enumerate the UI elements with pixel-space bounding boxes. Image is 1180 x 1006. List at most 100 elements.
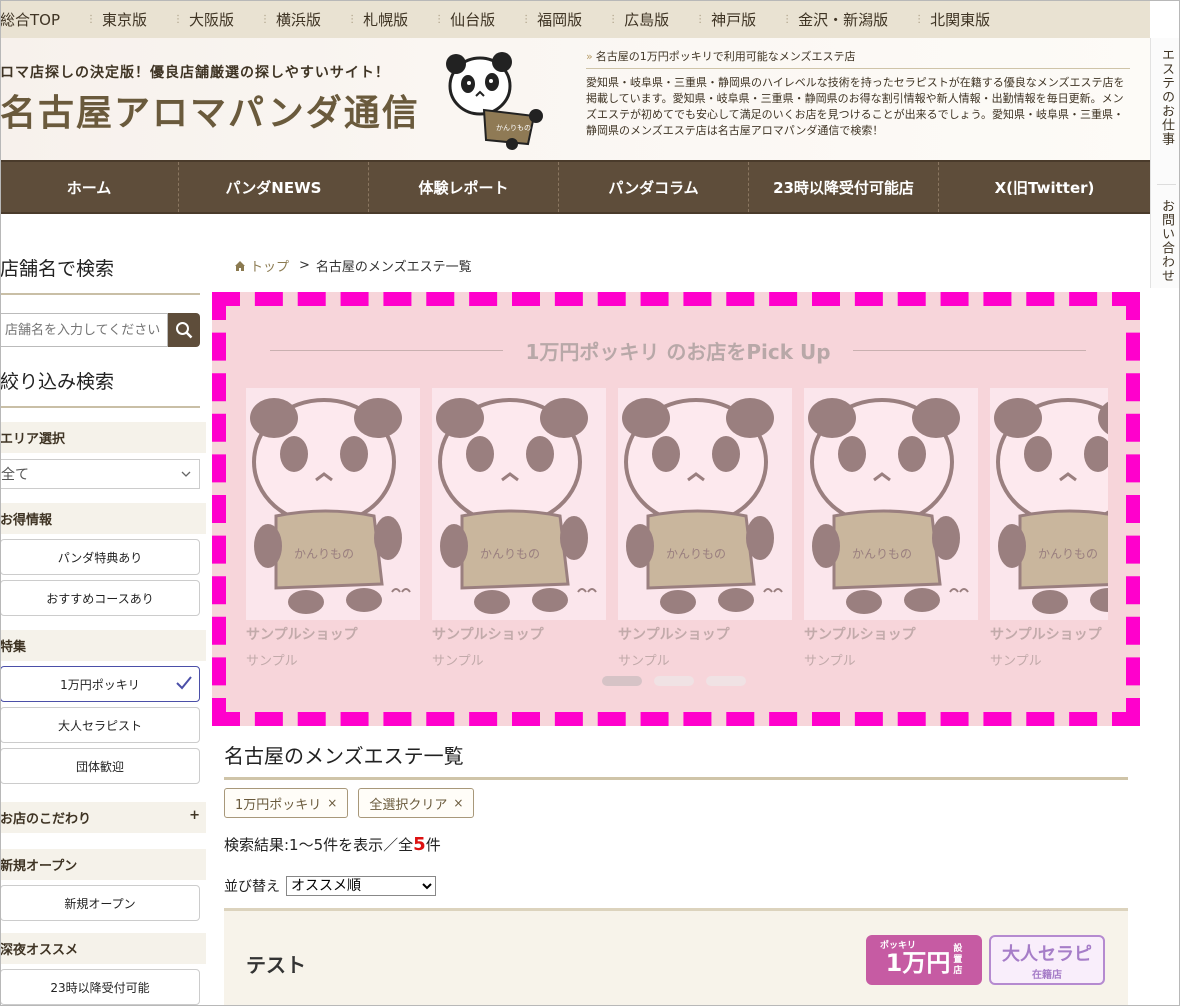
panda-logo[interactable]: かんりもの — [440, 50, 550, 150]
pickup-card-sub: サンプル — [432, 654, 484, 669]
separator-icon: ⋮ — [260, 13, 271, 25]
region-link[interactable]: ⋮ 広島版 — [582, 0, 669, 38]
region-link[interactable]: ⋮ 大阪版 — [147, 0, 234, 38]
side-tab-job[interactable]: エステのお仕事 — [1157, 38, 1176, 156]
filter-10000yen-label: 1万円ポッキリ — [60, 677, 140, 692]
search-button[interactable] — [168, 313, 200, 347]
pickup-card-name[interactable]: サンプルショップ — [618, 624, 792, 644]
breadcrumb-separator: > — [299, 258, 310, 273]
close-icon: × — [327, 796, 338, 810]
side-tabs: エステのお仕事 お問い合わせ — [1150, 38, 1180, 288]
filter-recommended-course[interactable]: おすすめコースあり — [0, 580, 200, 616]
chip-10000yen[interactable]: 1万円ポッキリ × — [224, 788, 349, 818]
pickup-card[interactable]: かんりもの サンプルショップ サンプル — [804, 388, 978, 669]
check-icon — [176, 676, 192, 690]
separator-icon: ⋮ — [347, 13, 358, 25]
late-night-label: 深夜オススメ — [0, 933, 206, 964]
pickup-card-sub: サンプル — [804, 654, 856, 669]
region-link[interactable]: ⋮ 横浜版 — [234, 0, 321, 38]
pickup-card[interactable]: かんりもの サンプルショップ サンプル — [246, 388, 420, 669]
logo-label: かんりもの — [496, 124, 531, 132]
headline-mark-icon: » — [586, 50, 593, 63]
active-filter-chips: 1万円ポッキリ × 全選択クリア × — [224, 788, 475, 818]
filter-10000yen[interactable]: 1万円ポッキリ — [0, 666, 200, 702]
filter-new-open[interactable]: 新規オープン — [0, 885, 200, 921]
sort-control: 並び替え オススメ順 — [224, 876, 436, 896]
pickup-carousel: 1万円ポッキリ のお店をPick Up かんりもの サンプルショップ サンプル … — [212, 292, 1140, 726]
pickup-card-image[interactable]: かんりもの — [246, 388, 420, 620]
svg-text:かんりもの: かんりもの — [480, 547, 540, 561]
pickup-card-sub: サンプル — [618, 654, 670, 669]
separator-icon: ⋮ — [434, 13, 445, 25]
chevron-down-icon — [181, 471, 191, 477]
filter-adult-therapist[interactable]: 大人セラピスト — [0, 707, 200, 743]
home-icon — [235, 260, 245, 271]
carousel-dot[interactable] — [706, 676, 746, 686]
close-icon: × — [453, 796, 464, 810]
kodawari-label: お店のこだわり — [0, 812, 92, 827]
carousel-dot[interactable] — [654, 676, 694, 686]
filter-group-welcome[interactable]: 団体歓迎 — [0, 748, 200, 784]
kodawari-toggle[interactable]: お店のこだわり + — [0, 802, 206, 833]
main-nav-item[interactable]: パンダNEWS — [178, 162, 368, 212]
region-link[interactable]: ⋮ 北関東版 — [888, 0, 990, 38]
feature-label: 特集 — [0, 630, 206, 661]
new-open-label: 新規オープン — [0, 849, 206, 880]
filter-late-night[interactable]: 23時以降受付可能 — [0, 969, 200, 1005]
chip-clear-all[interactable]: 全選択クリア × — [358, 788, 475, 818]
main-nav-item[interactable]: ホーム — [0, 162, 178, 212]
pickup-card-sub: サンプル — [990, 654, 1042, 669]
pickup-card-name[interactable]: サンプルショップ — [804, 624, 978, 644]
main-nav-item[interactable]: パンダコラム — [558, 162, 748, 212]
filter-heading: 絞り込み検索 — [0, 353, 200, 408]
header-info: » 名古屋の1万円ポッキリで利用可能なメンズエステ店 愛知県・岐阜県・三重県・静岡… — [586, 48, 1130, 139]
separator-icon: ⋮ — [695, 13, 706, 25]
panda-illustration: かんりもの — [432, 388, 606, 620]
shop-name[interactable]: テスト — [246, 949, 306, 978]
main-nav-item[interactable]: 体験レポート — [368, 162, 558, 212]
separator-icon: ⋮ — [86, 13, 97, 25]
carousel-dots — [602, 676, 746, 686]
svg-text:かんりもの: かんりもの — [294, 547, 354, 561]
pickup-card[interactable]: かんりもの サンプルショップ サンプル — [990, 388, 1108, 669]
region-link[interactable]: ⋮ 金沢・新潟版 — [756, 0, 888, 38]
search-result-count: 検索結果:1〜5件を表示／全5件 — [224, 834, 441, 855]
pickup-card[interactable]: かんりもの サンプルショップ サンプル — [618, 388, 792, 669]
breadcrumb: トップ > 名古屋のメンズエステ一覧 — [234, 256, 472, 275]
shop-card[interactable]: テスト ポッキリ 1万円 設置店 大人セラピ 在籍店 — [224, 908, 1128, 1006]
pickup-card[interactable]: かんりもの サンプルショップ サンプル — [432, 388, 606, 669]
pickup-card-name[interactable]: サンプルショップ — [432, 624, 606, 644]
shop-search-heading: 店舗名で検索 — [0, 240, 200, 295]
region-link[interactable]: 総合TOP — [0, 0, 60, 38]
area-select[interactable]: 全て — [0, 459, 200, 489]
site-title[interactable]: 名古屋アロマパンダ通信 — [0, 84, 420, 136]
region-link[interactable]: ⋮ 神戸版 — [669, 0, 756, 38]
main-nav-item[interactable]: X(旧Twitter) — [938, 162, 1150, 212]
svg-text:かんりもの: かんりもの — [666, 547, 726, 561]
pickup-card-name[interactable]: サンプルショップ — [246, 624, 420, 644]
pickup-card-name[interactable]: サンプルショップ — [990, 624, 1108, 644]
area-label: エリア選択 — [0, 422, 206, 453]
pickup-card-image[interactable]: かんりもの — [432, 388, 606, 620]
sort-select[interactable]: オススメ順 — [286, 876, 436, 896]
region-link[interactable]: ⋮ 福岡版 — [495, 0, 582, 38]
carousel-dot[interactable] — [602, 676, 642, 686]
deals-label: お得情報 — [0, 503, 206, 534]
pickup-card-image[interactable]: かんりもの — [804, 388, 978, 620]
main-nav-item[interactable]: 23時以降受付可能店 — [748, 162, 938, 212]
region-link[interactable]: ⋮ 札幌版 — [321, 0, 408, 38]
pickup-card-image[interactable]: かんりもの — [618, 388, 792, 620]
filter-panda-bonus[interactable]: パンダ特典あり — [0, 539, 200, 575]
svg-text:かんりもの: かんりもの — [1038, 547, 1098, 561]
side-tab-contact[interactable]: お問い合わせ — [1157, 184, 1176, 293]
sort-label: 並び替え — [224, 879, 280, 895]
search-icon — [176, 322, 193, 339]
shop-list-title: 名古屋のメンズエステ一覧 — [224, 740, 1128, 780]
shop-search-input[interactable] — [0, 313, 168, 347]
badge-adult-therapist: 大人セラピ 在籍店 — [989, 935, 1105, 985]
region-link[interactable]: ⋮ 東京版 — [60, 0, 147, 38]
result-total: 5 — [413, 834, 426, 855]
region-link[interactable]: ⋮ 仙台版 — [408, 0, 495, 38]
breadcrumb-top-link[interactable]: トップ — [250, 256, 289, 275]
pickup-card-image[interactable]: かんりもの — [990, 388, 1108, 620]
